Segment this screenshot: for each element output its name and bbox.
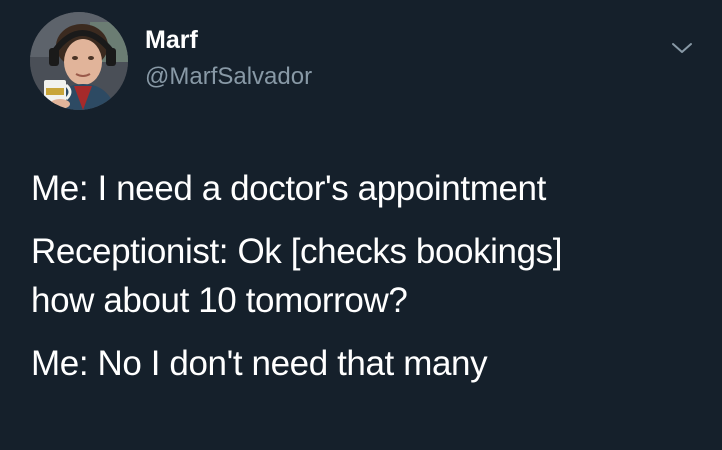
tweet-line-receptionist-a: Receptionist: Ok [checks bookings]	[31, 232, 563, 271]
tweet-line-receptionist: Receptionist: Ok [checks bookings] how a…	[31, 227, 701, 325]
display-name[interactable]: Marf	[145, 26, 198, 55]
chevron-down-icon[interactable]	[670, 38, 694, 58]
avatar[interactable]	[30, 12, 128, 110]
user-handle[interactable]: @MarfSalvador	[145, 63, 312, 91]
tweet-line-punchline: Me: No I don't need that many	[31, 344, 488, 383]
tweet-line-doctor-request: Me: I need a doctor's appointment	[31, 169, 546, 208]
profile-photo-icon	[30, 12, 128, 110]
tweet-line-receptionist-b: how about 10 tomorrow?	[31, 281, 408, 320]
tweet-text: Me: I need a doctor's appointment Recept…	[31, 164, 701, 388]
tweet-card: Marf @MarfSalvador Me: I need a doctor's…	[0, 0, 722, 450]
